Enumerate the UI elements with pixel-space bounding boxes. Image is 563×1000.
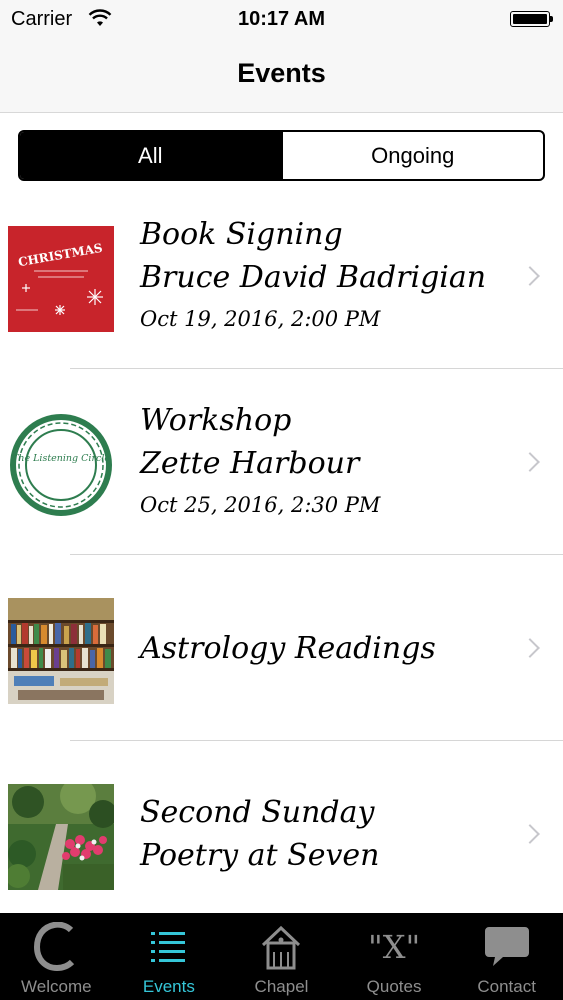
event-title: Astrology Readings	[140, 630, 436, 666]
event-date: Oct 19, 2016, 2:00 PM	[140, 307, 381, 331]
tab-bar: Welcome Events Chapel "X" Quotes Contact	[0, 913, 563, 1000]
tab-quotes[interactable]: "X" Quotes	[338, 913, 451, 1000]
event-thumbnail-garden	[8, 784, 114, 890]
filter-segmented-control[interactable]: All Ongoing	[18, 130, 545, 181]
segment-ongoing[interactable]: Ongoing	[280, 132, 544, 179]
tab-label: Events	[142, 977, 195, 996]
event-thumbnail-listening-circle: The Listening Circle	[8, 412, 114, 518]
tab-label: Contact	[477, 977, 536, 996]
tab-welcome[interactable]: Welcome	[0, 913, 113, 1000]
status-bar: Carrier 10:17 AM	[0, 0, 563, 40]
event-subtitle: Zette Harbour	[140, 446, 360, 481]
tab-contact[interactable]: Contact	[450, 913, 563, 1000]
chevron-right-icon	[520, 266, 540, 286]
segment-all[interactable]: All	[20, 132, 281, 179]
chevron-right-icon	[520, 824, 540, 844]
event-text: Workshop Zette Harbour Oct 25, 2016, 2:3…	[140, 369, 503, 555]
navigation-bar: Events	[0, 40, 563, 113]
house-icon	[251, 919, 311, 975]
chevron-right-icon	[520, 638, 540, 658]
event-title: Second Sunday	[140, 795, 375, 830]
battery-icon	[510, 11, 553, 27]
event-thumbnail-christmas: CHRISTMAS	[8, 226, 114, 332]
page-title: Events	[237, 58, 326, 88]
clock: 10:17 AM	[237, 8, 326, 30]
quote-x-icon: "X"	[367, 928, 421, 966]
event-date: Oct 25, 2016, 2:30 PM	[140, 493, 381, 517]
event-text: Second Sunday Poetry at Seven	[140, 741, 503, 927]
event-row-book-signing[interactable]: CHRISTMAS Book Signing Bruce David Badri…	[0, 183, 563, 369]
event-row-astrology[interactable]: Astrology Readings	[0, 555, 563, 741]
event-list: CHRISTMAS Book Signing Bruce David Badri…	[0, 183, 563, 927]
event-title: Workshop	[140, 403, 292, 438]
chevron-right-icon	[520, 452, 540, 472]
list-icon	[139, 919, 199, 975]
tab-label: Welcome	[21, 977, 92, 996]
event-text: Astrology Readings	[140, 555, 503, 741]
listening-circle-logo-text: The Listening Circle	[12, 453, 110, 464]
event-subtitle: Poetry at Seven	[140, 838, 380, 873]
event-title: Book Signing	[140, 217, 343, 252]
tab-events[interactable]: Events	[113, 913, 226, 1000]
tab-label: Quotes	[366, 977, 422, 996]
event-subtitle: Bruce David Badrigian	[140, 260, 487, 295]
event-text: Book Signing Bruce David Badrigian Oct 1…	[140, 183, 503, 369]
event-thumbnail-bookshelves	[8, 598, 114, 704]
event-row-workshop[interactable]: The Listening Circle Workshop Zette Harb…	[0, 369, 563, 555]
speech-bubble-icon	[477, 919, 537, 975]
tab-label: Chapel	[254, 977, 309, 996]
c-logo-icon	[26, 919, 86, 975]
tab-chapel[interactable]: Chapel	[225, 913, 338, 1000]
event-row-poetry[interactable]: Second Sunday Poetry at Seven	[0, 741, 563, 927]
